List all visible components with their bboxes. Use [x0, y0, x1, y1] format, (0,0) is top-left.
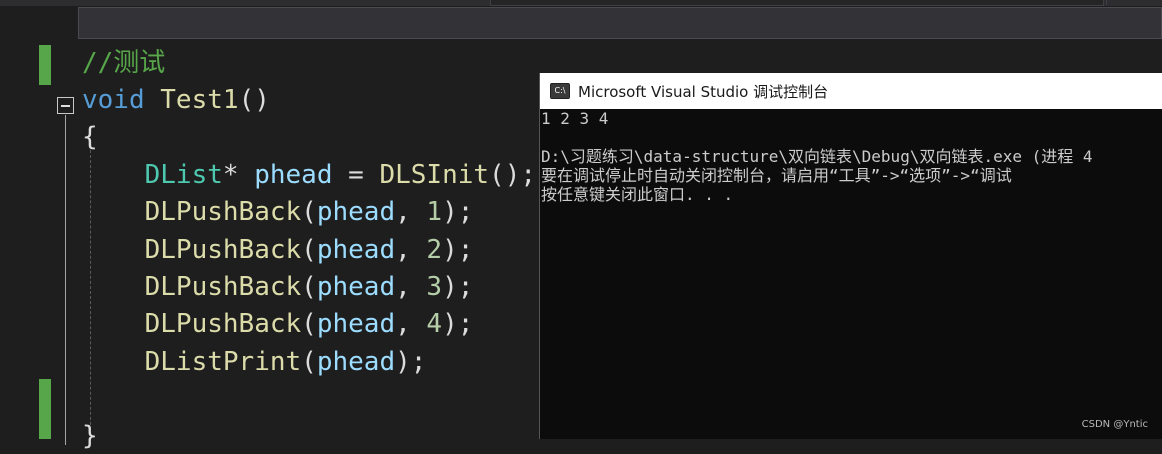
console-line: 1 2 3 4 [541, 109, 609, 128]
code-token: DLPushBack [144, 272, 302, 302]
code-line[interactable]: DLPushBack(phead, 4); [82, 306, 474, 342]
code-token: ( [301, 235, 317, 265]
debug-console-window[interactable]: C:\ Microsoft Visual Studio 调试控制台 1 2 3 … [539, 73, 1162, 439]
code-line[interactable]: DLPushBack(phead, 3); [82, 269, 474, 305]
code-token: , [395, 309, 427, 339]
code-line[interactable]: } [82, 418, 98, 454]
code-token: Test1 [160, 85, 239, 115]
code-token: ); [442, 272, 474, 302]
code-token: * [222, 160, 255, 190]
toolbar-separator [1106, 0, 1162, 5]
code-token: DLSInit [379, 160, 490, 190]
code-line[interactable]: void Test1() [82, 82, 270, 118]
watermark: CSDN @Yntic [1081, 419, 1148, 430]
code-token: ( [301, 309, 317, 339]
code-token: 1 [426, 197, 443, 227]
code-token: , [395, 272, 427, 302]
code-token: ); [442, 235, 474, 265]
editor-gutter [0, 6, 78, 445]
top-toolbar [0, 0, 1162, 6]
code-line[interactable]: DLPushBack(phead, 1); [82, 194, 474, 230]
code-token: void [82, 85, 145, 115]
code-token: phead [316, 272, 396, 302]
code-token: DLPushBack [144, 309, 302, 339]
code-token: ( [301, 197, 317, 227]
console-line: 要在调试停止时自动关闭控制台，请启用“工具”->“选项”->“调试 [541, 166, 1012, 185]
code-token: { [82, 122, 98, 152]
fold-guide-line [65, 115, 66, 445]
change-marker [39, 379, 51, 439]
change-marker [39, 45, 51, 85]
toolbar-dropdown-fragment[interactable] [490, 0, 1104, 6]
code-token: phead [254, 160, 333, 190]
code-line[interactable]: //测试 [82, 45, 165, 81]
code-token: ( [301, 347, 317, 377]
console-app-icon: C:\ [550, 83, 570, 99]
code-line[interactable]: DList* phead = DLSInit(); [82, 157, 536, 193]
console-titlebar[interactable]: C:\ Microsoft Visual Studio 调试控制台 [540, 73, 1162, 109]
code-token: 3 [426, 272, 443, 302]
sticky-scope-header [78, 7, 1162, 39]
code-token: phead [316, 309, 396, 339]
code-token: 2 [426, 235, 443, 265]
code-token: ( [301, 272, 317, 302]
code-token: 4 [426, 309, 443, 339]
console-output[interactable]: 1 2 3 4 D:\习题练习\data-structure\双向链表\Debug… [540, 109, 1162, 204]
console-title: Microsoft Visual Studio 调试控制台 [578, 82, 829, 101]
code-token: DLPushBack [144, 235, 302, 265]
code-token: //测试 [82, 48, 166, 78]
code-token: ); [442, 197, 474, 227]
code-token: (); [489, 160, 537, 190]
code-line[interactable]: { [82, 119, 98, 155]
code-token: , [395, 197, 427, 227]
code-line[interactable]: DLPushBack(phead, 2); [82, 232, 474, 268]
code-token: } [82, 421, 98, 451]
code-line[interactable]: DListPrint(phead); [82, 344, 427, 380]
code-token: ); [395, 347, 427, 377]
console-line: D:\习题练习\data-structure\双向链表\Debug\双向链表.e… [541, 147, 1093, 166]
code-token: phead [316, 197, 396, 227]
code-token: DList [144, 160, 223, 190]
code-token: = [332, 160, 380, 190]
collapse-icon[interactable] [57, 97, 74, 114]
code-token: DLPushBack [144, 197, 302, 227]
code-token: phead [316, 347, 396, 377]
console-line: 按任意键关闭此窗口. . . [541, 185, 734, 204]
code-token: () [238, 85, 270, 115]
code-token: ); [442, 309, 474, 339]
code-token: phead [316, 235, 396, 265]
code-token: , [395, 235, 427, 265]
code-token: DListPrint [144, 347, 302, 377]
